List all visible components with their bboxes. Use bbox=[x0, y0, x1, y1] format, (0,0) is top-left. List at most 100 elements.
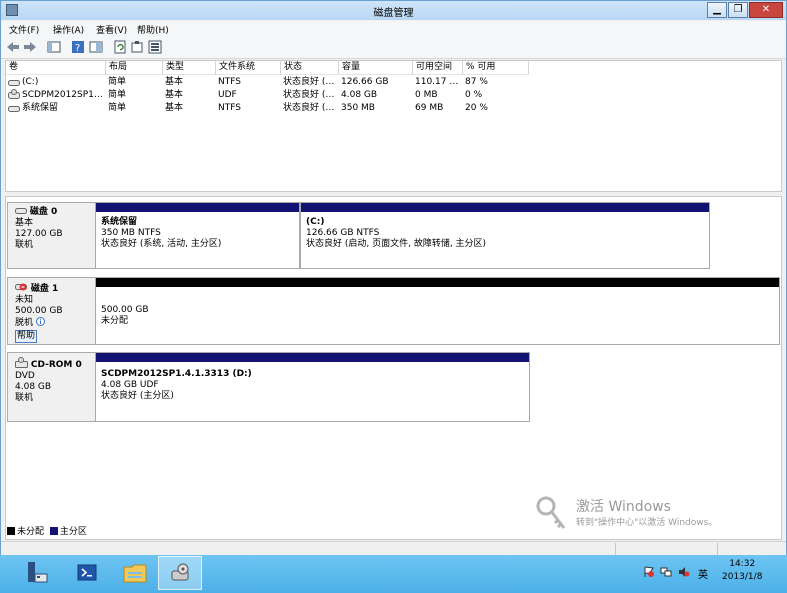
column-header-free-space[interactable]: 可用空间 bbox=[413, 61, 463, 75]
toolbar: ? bbox=[1, 37, 786, 59]
column-header-status[interactable]: 状态 bbox=[281, 61, 339, 75]
disk-1-type: 未知 bbox=[15, 295, 34, 305]
taskbar-disk-management[interactable] bbox=[158, 556, 202, 590]
cdrom-0-type: DVD bbox=[15, 371, 35, 381]
drive-icon bbox=[8, 106, 20, 112]
disk-management-icon bbox=[171, 563, 189, 581]
cdrom-0-status: 联机 bbox=[15, 393, 34, 403]
disk-1-size: 500.00 GB bbox=[15, 306, 63, 316]
column-header-volume[interactable]: 卷 bbox=[6, 61, 106, 75]
volume-percent-free: 87 % bbox=[465, 77, 488, 87]
cdrom-icon bbox=[15, 357, 28, 368]
file-explorer-icon bbox=[123, 564, 147, 583]
status-divider bbox=[615, 543, 616, 555]
back-arrow-icon[interactable] bbox=[6, 40, 20, 54]
partition-c-drive[interactable]: (C:) 126.66 GB NTFS 状态良好 (启动, 页面文件, 故障转储… bbox=[300, 202, 710, 269]
watermark-title: 激活 Windows bbox=[576, 499, 671, 515]
disk-1-label[interactable]: 磁盘 1 未知 500.00 GB 脱机 帮助 bbox=[7, 277, 96, 345]
taskbar-file-explorer[interactable] bbox=[113, 556, 157, 590]
action-center-flag-icon[interactable] bbox=[643, 566, 655, 578]
close-button[interactable]: ✕ bbox=[749, 2, 783, 18]
volume-status: 状态良好 (… bbox=[283, 90, 335, 100]
properties-icon[interactable] bbox=[130, 40, 144, 54]
forward-arrow-icon[interactable] bbox=[23, 40, 37, 54]
column-header-layout[interactable]: 布局 bbox=[106, 61, 163, 75]
volume-filesystem: NTFS bbox=[218, 103, 241, 113]
settings-icon[interactable] bbox=[148, 40, 162, 54]
disk-0-name: 磁盘 0 bbox=[29, 207, 58, 217]
volume-status: 状态良好 (… bbox=[283, 103, 335, 113]
disk-0-label[interactable]: 磁盘 0 基本 127.00 GB 联机 bbox=[7, 202, 96, 269]
network-icon[interactable] bbox=[660, 566, 672, 578]
primary-partition-bar bbox=[96, 203, 299, 212]
partition-system-reserved[interactable]: 系统保留 350 MB NTFS 状态良好 (系统, 活动, 主分区) bbox=[95, 202, 300, 269]
help-link[interactable]: 帮助 bbox=[15, 330, 38, 343]
refresh-icon[interactable] bbox=[113, 40, 127, 54]
menu-action[interactable]: 操作(A) bbox=[53, 23, 84, 36]
volume-muted-icon[interactable] bbox=[678, 566, 690, 578]
dvd-drive-icon bbox=[8, 89, 20, 99]
unallocated-bar bbox=[96, 278, 779, 287]
column-header-capacity[interactable]: 容量 bbox=[339, 61, 413, 75]
drive-icon bbox=[8, 80, 20, 86]
partition-status: 状态良好 (系统, 活动, 主分区) bbox=[101, 239, 222, 249]
column-header-percent-free[interactable]: % 可用 bbox=[463, 61, 529, 75]
svg-text:?: ? bbox=[75, 43, 80, 54]
cdrom-0-label[interactable]: CD-ROM 0 DVD 4.08 GB 联机 bbox=[7, 352, 96, 422]
volume-free-space: 69 MB bbox=[415, 103, 444, 113]
column-header-type[interactable]: 类型 bbox=[163, 61, 216, 75]
minimize-button[interactable]: ▁ bbox=[707, 2, 727, 18]
title-bar[interactable]: 磁盘管理 ▁ ❐ ✕ bbox=[1, 1, 786, 20]
volume-name: SCDPM2012SP1… bbox=[22, 90, 103, 100]
volume-percent-free: 0 % bbox=[465, 90, 483, 100]
partition-name: 系统保留 bbox=[101, 217, 138, 227]
offline-disk-icon bbox=[15, 283, 27, 291]
partition-size: 126.66 GB NTFS bbox=[306, 228, 380, 238]
volume-capacity: 4.08 GB bbox=[341, 90, 378, 100]
console-tree-icon[interactable] bbox=[47, 40, 61, 54]
volume-type: 基本 bbox=[165, 103, 184, 113]
partition-name: SCDPM2012SP1.4.1.3313 (D:) bbox=[101, 369, 252, 379]
clock-date: 2013/1/8 bbox=[722, 572, 763, 582]
partition-status: 状态良好 (主分区) bbox=[101, 391, 174, 401]
info-icon[interactable] bbox=[35, 317, 45, 326]
volume-capacity: 126.66 GB bbox=[341, 77, 389, 87]
clock[interactable]: 14:32 2013/1/8 bbox=[722, 558, 762, 584]
disk-1-name: 磁盘 1 bbox=[30, 284, 59, 294]
volume-capacity: 350 MB bbox=[341, 103, 375, 113]
server-manager-icon bbox=[28, 562, 48, 583]
volume-layout: 简单 bbox=[108, 103, 127, 113]
volume-name: 系统保留 bbox=[22, 103, 59, 113]
primary-partition-bar bbox=[301, 203, 709, 212]
partition-size: 4.08 GB UDF bbox=[101, 380, 159, 390]
cdrom-0-size: 4.08 GB bbox=[15, 382, 52, 392]
taskbar: 英 14:32 2013/1/8 bbox=[0, 555, 787, 593]
partition-status: 未分配 bbox=[101, 316, 129, 326]
taskbar-server-manager[interactable] bbox=[14, 556, 58, 590]
partition-dvd-d-drive[interactable]: SCDPM2012SP1.4.1.3313 (D:) 4.08 GB UDF 状… bbox=[95, 352, 530, 422]
volume-filesystem: NTFS bbox=[218, 77, 241, 87]
input-method-indicator[interactable]: 英 bbox=[698, 566, 708, 581]
maximize-button[interactable]: ❐ bbox=[728, 2, 748, 18]
disk-1-status: 脱机 bbox=[15, 318, 34, 328]
disk-0-type: 基本 bbox=[15, 218, 34, 228]
partition-name: (C:) bbox=[306, 217, 325, 227]
column-header-filesystem[interactable]: 文件系统 bbox=[216, 61, 281, 75]
menu-bar: 文件(F) 操作(A) 查看(V) 帮助(H) bbox=[1, 21, 786, 37]
window-title: 磁盘管理 bbox=[373, 8, 414, 19]
partition-status: 状态良好 (启动, 页面文件, 故障转储, 主分区) bbox=[306, 239, 487, 249]
show-pane-icon[interactable] bbox=[89, 40, 103, 54]
watermark-subtitle: 转到"操作中心"以激活 Windows。 bbox=[576, 518, 718, 528]
primary-partition-bar bbox=[96, 353, 529, 362]
partition-size: 350 MB NTFS bbox=[101, 228, 161, 238]
menu-view[interactable]: 查看(V) bbox=[96, 23, 127, 36]
powershell-icon bbox=[77, 564, 97, 581]
status-divider bbox=[717, 543, 718, 555]
clock-time: 14:32 bbox=[729, 559, 756, 569]
menu-help[interactable]: 帮助(H) bbox=[137, 23, 169, 36]
menu-file[interactable]: 文件(F) bbox=[9, 23, 39, 36]
help-topics-icon[interactable]: ? bbox=[71, 40, 85, 54]
disk-0-status: 联机 bbox=[15, 240, 34, 250]
taskbar-powershell[interactable] bbox=[65, 556, 109, 590]
partition-unallocated[interactable]: 500.00 GB 未分配 bbox=[95, 277, 780, 345]
